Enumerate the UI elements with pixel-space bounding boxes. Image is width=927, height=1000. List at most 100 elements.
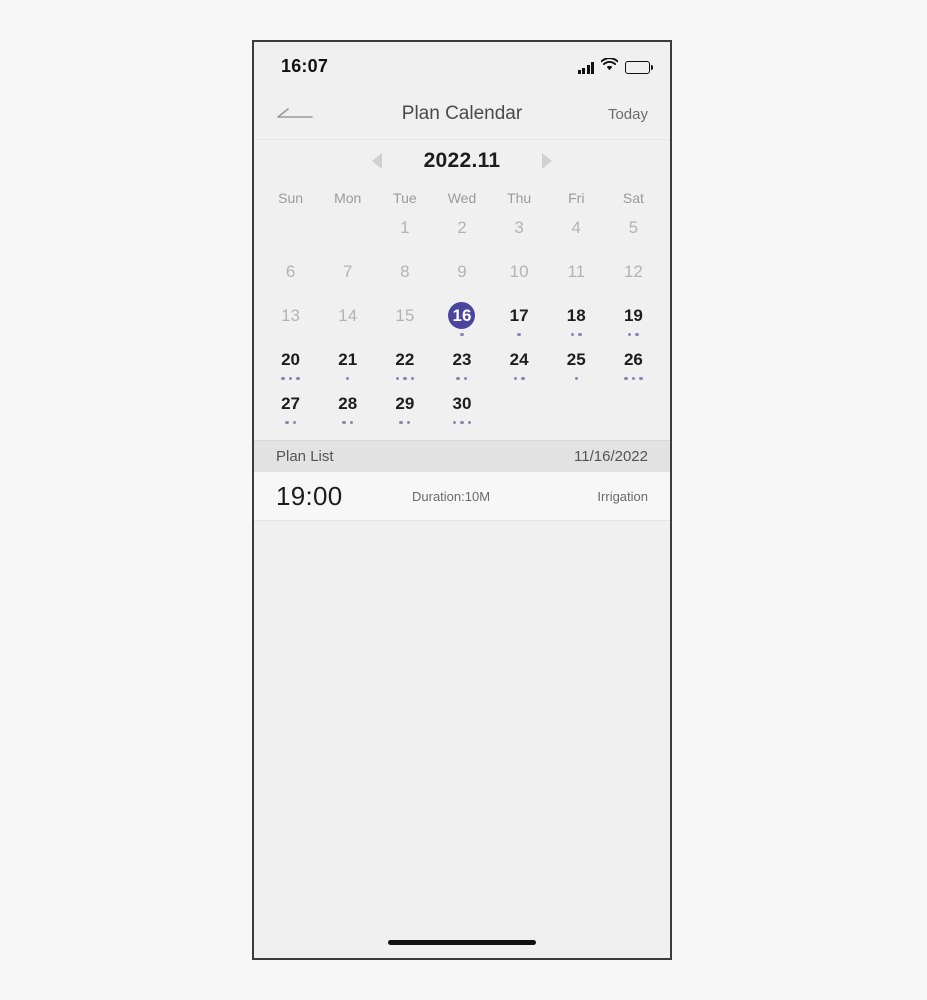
- calendar-cell-empty: [262, 212, 319, 256]
- calendar-day-number: 18: [566, 306, 586, 325]
- calendar-day-20[interactable]: 20: [262, 344, 319, 388]
- calendar-day-number: 20: [281, 350, 301, 369]
- event-dot: [467, 420, 472, 425]
- calendar-day-7[interactable]: 7: [319, 256, 376, 300]
- event-dot: [635, 332, 639, 337]
- calendar-day-17[interactable]: 17: [491, 300, 548, 344]
- calendar-day-number: 27: [281, 394, 301, 413]
- plan-list-empty-area: [254, 521, 670, 841]
- event-dot: [345, 376, 350, 381]
- calendar-day-1[interactable]: 1: [376, 212, 433, 256]
- event-dot: [460, 420, 464, 425]
- event-dot: [285, 420, 289, 425]
- calendar-day-event-dots: [456, 376, 468, 381]
- calendar-day-number: 9: [457, 262, 467, 281]
- event-dot: [406, 420, 411, 425]
- calendar-day-number: 1: [400, 218, 410, 237]
- calendar-day-number: 6: [285, 262, 296, 281]
- event-dot: [403, 376, 407, 381]
- calendar-day-number: 25: [566, 350, 586, 369]
- event-dot: [574, 376, 579, 381]
- calendar-day-number: 26: [623, 350, 643, 369]
- nav-bar: Plan Calendar Today: [254, 92, 670, 140]
- status-bar-time: 16:07: [281, 56, 329, 76]
- weekday-label-fri: Fri: [568, 190, 585, 206]
- event-dot: [349, 420, 354, 425]
- page-root: 16:07 Plan Calendar Today 2022.11 Sun Mo…: [0, 0, 927, 1000]
- calendar-day-23[interactable]: 23: [433, 344, 490, 388]
- calendar-day-event-dots: [399, 420, 411, 425]
- phone-frame: 16:07 Plan Calendar Today 2022.11 Sun Mo…: [252, 40, 672, 960]
- calendar-day-number: 13: [281, 306, 301, 325]
- event-dot: [399, 420, 403, 425]
- event-dot: [631, 376, 636, 381]
- calendar-day-event-dots: [513, 376, 525, 381]
- calendar-day-25[interactable]: 25: [548, 344, 605, 388]
- calendar-day-18[interactable]: 18: [548, 300, 605, 344]
- calendar-day-15[interactable]: 15: [376, 300, 433, 344]
- calendar-day-8[interactable]: 8: [376, 256, 433, 300]
- weekday-label-mon: Mon: [334, 190, 362, 206]
- event-dot: [627, 332, 632, 337]
- event-dot: [296, 376, 300, 381]
- calendar-day-4[interactable]: 4: [548, 212, 605, 256]
- calendar-day-number: 7: [342, 262, 353, 281]
- chevron-left-icon[interactable]: [371, 153, 382, 169]
- calendar-day-10[interactable]: 10: [491, 256, 548, 300]
- calendar-day-24[interactable]: 24: [491, 344, 548, 388]
- calendar-day-30[interactable]: 30: [433, 388, 490, 432]
- calendar-day-number: 21: [338, 350, 358, 369]
- plan-item-time: 19:00: [276, 480, 343, 511]
- event-dot: [513, 376, 518, 381]
- plan-list-item[interactable]: 19:00 Duration:10M Irrigation: [254, 472, 670, 521]
- calendar-day-3[interactable]: 3: [491, 212, 548, 256]
- month-navigation: 2022.11: [254, 140, 670, 182]
- event-dot: [342, 420, 346, 425]
- plan-item-duration: Duration:10M: [412, 488, 491, 504]
- calendar-day-9[interactable]: 9: [433, 256, 490, 300]
- calendar-day-number: 24: [509, 350, 529, 369]
- calendar-day-number: 14: [338, 306, 358, 325]
- calendar-day-event-dots: [517, 332, 521, 337]
- calendar-day-event-dots: [342, 420, 354, 425]
- calendar-day-28[interactable]: 28: [319, 388, 376, 432]
- month-label: 2022.11: [423, 149, 501, 172]
- event-dot: [521, 376, 525, 381]
- calendar-day-19[interactable]: 19: [605, 300, 662, 344]
- calendar-day-event-dots: [281, 376, 300, 381]
- calendar-day-21[interactable]: 21: [319, 344, 376, 388]
- calendar-day-number: 4: [571, 218, 581, 237]
- calendar-day-event-dots: [574, 376, 579, 381]
- calendar-day-27[interactable]: 27: [262, 388, 319, 432]
- today-button[interactable]: Today: [608, 106, 648, 123]
- status-bar-icons: [577, 57, 653, 76]
- home-indicator[interactable]: [388, 940, 536, 945]
- calendar-day-number: 10: [509, 262, 529, 281]
- calendar-day-event-dots: [345, 376, 350, 381]
- event-dot: [578, 332, 582, 337]
- event-dot: [463, 376, 468, 381]
- calendar-day-14[interactable]: 14: [319, 300, 376, 344]
- calendar-day-22[interactable]: 22: [376, 344, 433, 388]
- calendar-cell-empty: [319, 212, 376, 256]
- calendar-day-5[interactable]: 5: [605, 212, 662, 256]
- plan-list-date: 11/16/2022: [574, 448, 648, 465]
- plan-item-type: Irrigation: [597, 488, 648, 504]
- calendar-day-16[interactable]: 16: [433, 300, 490, 344]
- event-dot: [410, 376, 415, 381]
- calendar-day-number: 16: [448, 302, 476, 329]
- signal-bars-icon: [577, 61, 594, 74]
- calendar-day-event-dots: [452, 420, 472, 425]
- calendar-day-11[interactable]: 11: [548, 256, 605, 300]
- calendar-day-29[interactable]: 29: [376, 388, 433, 432]
- calendar-day-number: 5: [628, 218, 639, 237]
- calendar-day-number: 12: [623, 262, 643, 281]
- weekday-label-tue: Tue: [393, 190, 417, 206]
- calendar-day-2[interactable]: 2: [433, 212, 490, 256]
- calendar-day-6[interactable]: 6: [262, 256, 319, 300]
- calendar-day-13[interactable]: 13: [262, 300, 319, 344]
- chevron-right-icon[interactable]: [542, 153, 553, 169]
- calendar-day-26[interactable]: 26: [605, 344, 662, 388]
- calendar-day-12[interactable]: 12: [605, 256, 662, 300]
- weekday-label-thu: Thu: [507, 190, 532, 206]
